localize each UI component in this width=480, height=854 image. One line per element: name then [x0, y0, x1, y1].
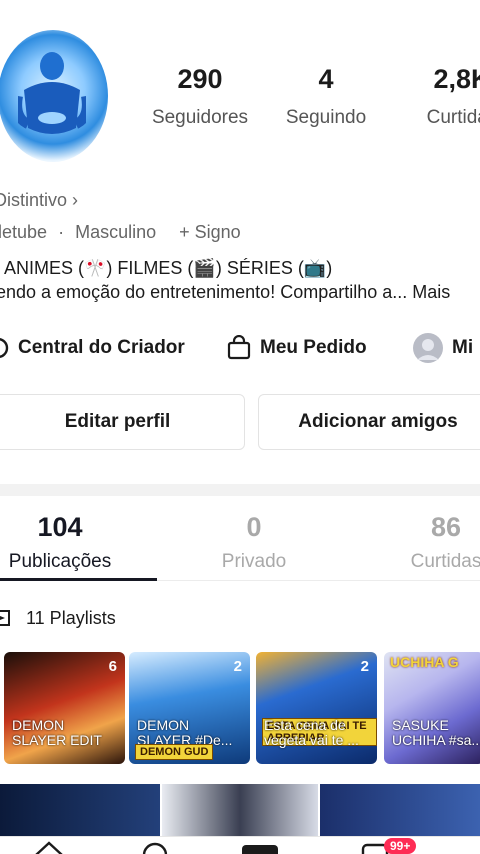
- creator-center-label: Central do Criador: [18, 337, 185, 358]
- playlist-count: 2: [360, 658, 369, 675]
- liked-label: Curtidas: [410, 551, 480, 572]
- likes-label: Curtidas: [426, 107, 480, 128]
- add-sign-button[interactable]: + Signo: [179, 222, 241, 242]
- playlist-caption: SASUKE UCHIHA #sa...: [392, 717, 480, 748]
- playlist-count: 2: [233, 658, 242, 675]
- gender-label: Masculino: [75, 222, 157, 242]
- video-thumbnail[interactable]: [0, 784, 160, 836]
- playlists-header[interactable]: 11 Playlists: [0, 604, 116, 632]
- followers-count: 290: [177, 64, 223, 94]
- quick-links: Central do Criador Meu Pedido Mi: [0, 330, 480, 366]
- likes-count: 2,8K: [433, 64, 480, 94]
- active-tab-indicator: [0, 578, 157, 581]
- playlist-count: 6: [108, 658, 117, 675]
- bio-line-1: ANIMES (🎌) FILMES (🎬) SÉRIES (📺): [4, 258, 333, 278]
- followers-label: Seguidores: [151, 107, 249, 128]
- following-count: 4: [318, 64, 334, 94]
- inbox-badge: 99+: [384, 838, 417, 854]
- playlist-caption: Esta cena de vegeta vai te ...: [264, 717, 359, 748]
- profile-meta-row: letube · Masculino + Signo: [0, 222, 241, 243]
- friends-icon[interactable]: [140, 841, 170, 854]
- playlist-card[interactable]: UCHIHA G SASUKE UCHIHA #sa...: [384, 652, 480, 764]
- following-label: Seguindo: [285, 107, 367, 128]
- tab-private[interactable]: 0 Privado: [204, 512, 304, 573]
- playlist-icon: [0, 610, 10, 626]
- playlists-count-label: 11 Playlists: [26, 607, 116, 628]
- playlist-card[interactable]: 2 DEMON SLAYER #De... DEMON GUD: [129, 652, 250, 764]
- create-icon[interactable]: [240, 843, 280, 854]
- liked-count: 86: [430, 512, 462, 542]
- creator-center-icon: [0, 338, 9, 358]
- edit-profile-button[interactable]: Editar perfil: [0, 394, 245, 450]
- tab-liked[interactable]: 86 Curtidas: [396, 512, 480, 573]
- posts-count: 104: [37, 512, 83, 542]
- add-friends-button[interactable]: Adicionar amigos: [258, 394, 480, 450]
- private-count: 0: [246, 512, 262, 542]
- playlist-card[interactable]: 2 ESTA CENA VAI TE ARREPIAR Esta cena de…: [256, 652, 377, 764]
- creator-center-link[interactable]: Central do Criador: [0, 330, 185, 366]
- mini-label: Mi: [452, 337, 474, 358]
- playlist-tag: DEMON GUD: [135, 744, 214, 760]
- bio-line-2[interactable]: endo a emoção do entretenimento! Compart…: [0, 282, 450, 303]
- source-label: letube: [0, 222, 48, 242]
- home-icon[interactable]: [34, 841, 64, 854]
- video-thumbnail[interactable]: [162, 784, 318, 836]
- stat-likes[interactable]: 2,8K Curtidas: [412, 64, 480, 129]
- mini-link[interactable]: Mi: [412, 330, 473, 366]
- playlist-caption: DEMON SLAYER EDIT: [12, 717, 102, 748]
- shopping-bag-icon: [227, 335, 251, 360]
- mini-avatar-icon: [413, 333, 443, 363]
- video-thumbnail[interactable]: [320, 784, 480, 836]
- my-order-link[interactable]: Meu Pedido: [226, 330, 367, 366]
- playlist-banner: UCHIHA G: [390, 654, 459, 670]
- profile-stats: 290 Seguidores 4 Seguindo 2,8K Curtidas: [0, 64, 480, 144]
- private-label: Privado: [221, 551, 287, 572]
- badge-link[interactable]: Distintivo ›: [0, 190, 78, 211]
- playlist-card[interactable]: 6 DEMON SLAYER EDIT: [4, 652, 125, 764]
- video-grid: [0, 784, 480, 836]
- my-order-label: Meu Pedido: [260, 337, 367, 358]
- stat-following[interactable]: 4 Seguindo: [276, 64, 376, 129]
- tab-posts[interactable]: 104 Publicações: [0, 512, 120, 573]
- section-divider: [0, 484, 480, 496]
- meta-separator: ·: [58, 222, 65, 242]
- posts-label: Publicações: [8, 551, 112, 572]
- stat-followers[interactable]: 290 Seguidores: [140, 64, 260, 129]
